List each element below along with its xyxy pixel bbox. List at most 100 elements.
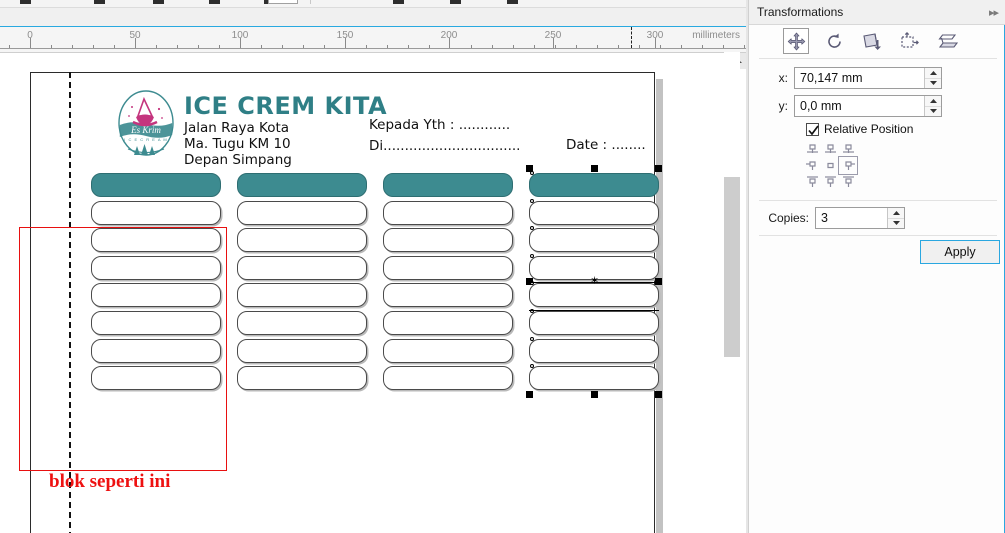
copies-spinner[interactable]: 3 <box>815 207 905 229</box>
toolbar-button[interactable] <box>153 0 164 4</box>
label-bar[interactable] <box>237 311 367 335</box>
selection-node[interactable] <box>530 336 534 341</box>
relative-position-checkbox-row[interactable]: Relative Position <box>806 122 913 136</box>
transformations-docker: Transformations ▸▸ x: 70,147 mm y: 0,0 m… <box>748 0 1005 533</box>
expand-right-icon[interactable]: ▸▸ <box>989 6 999 19</box>
x-spinner-arrows[interactable] <box>924 68 941 88</box>
y-input[interactable]: 0,0 mm <box>795 96 924 116</box>
anchor-point-6[interactable] <box>803 174 821 191</box>
x-spinner[interactable]: 70,147 mm <box>794 67 942 89</box>
relative-position-checkbox[interactable] <box>806 122 819 136</box>
selection-node[interactable] <box>530 171 534 175</box>
label-bar[interactable] <box>91 366 221 391</box>
anchor-point-2[interactable] <box>839 140 857 157</box>
label-bar[interactable] <box>383 200 513 225</box>
x-spinner-up[interactable] <box>925 68 941 79</box>
copies-spinner-arrows[interactable] <box>887 208 904 228</box>
rotate-tool-button[interactable] <box>821 28 847 54</box>
label-bar[interactable] <box>383 338 513 363</box>
toolbar-button[interactable] <box>94 0 105 4</box>
selection-handle[interactable] <box>655 165 662 172</box>
anchor-point-4[interactable] <box>821 157 839 174</box>
toolbar-button[interactable] <box>507 0 518 4</box>
copies-spinner-up[interactable] <box>888 208 904 219</box>
label-bar[interactable] <box>529 228 659 253</box>
label-bar[interactable] <box>91 283 221 308</box>
label-bar[interactable] <box>237 200 367 225</box>
label-bar[interactable] <box>237 255 367 280</box>
toolbar-button[interactable] <box>209 0 220 4</box>
selection-node[interactable] <box>530 253 534 258</box>
label-bar[interactable] <box>383 366 513 391</box>
label-bar[interactable] <box>237 366 367 391</box>
copies-input[interactable]: 3 <box>816 208 887 228</box>
horizontal-ruler[interactable]: 0 50 100 150 200 250 300 millimeters <box>0 8 748 52</box>
x-spinner-down[interactable] <box>925 79 941 89</box>
label-bar[interactable] <box>529 338 659 363</box>
label-bar[interactable] <box>237 338 367 363</box>
toolbar-button[interactable] <box>450 0 461 4</box>
label-bar[interactable] <box>91 228 221 253</box>
x-label: x: <box>778 71 788 85</box>
anchor-point-0[interactable] <box>803 140 821 157</box>
apply-button[interactable]: Apply <box>920 240 1000 264</box>
docker-title-label: Transformations <box>757 5 844 19</box>
label-bar[interactable] <box>91 200 221 225</box>
y-spinner-down[interactable] <box>925 107 941 117</box>
copies-label: Copies: <box>768 211 809 225</box>
divider <box>759 235 997 236</box>
label-bar[interactable] <box>383 311 513 335</box>
size-tool-button[interactable] <box>897 28 923 54</box>
label-bar[interactable] <box>529 283 659 308</box>
anchor-point-5[interactable] <box>838 156 858 175</box>
ruler-tick-minor <box>513 45 514 48</box>
label-bar[interactable] <box>529 311 659 335</box>
copies-spinner-down[interactable] <box>888 219 904 229</box>
skew-tool-button[interactable] <box>935 28 961 54</box>
ruler-tick-minor <box>534 45 535 48</box>
anchor-point-1[interactable] <box>821 140 839 157</box>
toolbar-button[interactable] <box>393 0 404 4</box>
anchor-point-7[interactable] <box>821 174 839 191</box>
label-bar[interactable] <box>529 366 659 391</box>
label-bar[interactable] <box>529 200 659 225</box>
label-bar[interactable] <box>91 338 221 363</box>
ruler-unit-label: millimeters <box>692 30 740 41</box>
selection-handle[interactable] <box>655 391 662 399</box>
selection-handle[interactable] <box>590 165 598 172</box>
column-header-bar[interactable] <box>383 173 513 197</box>
anchor-point-8[interactable] <box>839 174 857 191</box>
ruler-tick-label: 100 <box>231 30 249 41</box>
page-sheet[interactable]: Es Krim I C E C R E A M ICE CREM KITA Ja… <box>19 72 662 533</box>
toolbar-button[interactable] <box>20 0 31 4</box>
column-header-bar[interactable] <box>237 173 367 197</box>
label-bar[interactable] <box>237 228 367 253</box>
y-spinner-up[interactable] <box>925 96 941 107</box>
label-bar[interactable] <box>383 228 513 253</box>
label-bar[interactable] <box>383 283 513 308</box>
column-header-bar[interactable] <box>91 173 221 197</box>
toolbar-combo[interactable] <box>268 0 298 4</box>
label-bar[interactable] <box>237 283 367 308</box>
ruler-tick-minor <box>471 45 472 48</box>
selection-handle[interactable] <box>590 391 598 399</box>
label-bar[interactable] <box>91 255 221 280</box>
vertical-scrollbar-thumb[interactable] <box>724 177 740 357</box>
anchor-point-3[interactable] <box>803 157 821 174</box>
position-tool-button[interactable] <box>783 28 809 54</box>
drawing-canvas[interactable]: Es Krim I C E C R E A M ICE CREM KITA Ja… <box>0 52 748 533</box>
column-header-bar[interactable] <box>529 173 659 197</box>
ruler-tick-minor <box>576 45 577 48</box>
selection-node[interactable] <box>530 198 534 203</box>
label-bar[interactable] <box>383 255 513 280</box>
label-bar[interactable] <box>91 311 221 335</box>
ice-cream-oval-logo: Es Krim I C E C R E A M <box>116 89 176 161</box>
y-spinner-arrows[interactable] <box>924 96 941 116</box>
svg-text:Es Krim: Es Krim <box>130 125 161 135</box>
scale-mirror-tool-button[interactable] <box>859 28 885 54</box>
ruler-tick-minor <box>429 45 430 48</box>
y-spinner[interactable]: 0,0 mm <box>794 95 942 117</box>
anchor-point-grid[interactable] <box>803 140 858 191</box>
selection-handle[interactable] <box>526 391 533 399</box>
x-input[interactable]: 70,147 mm <box>795 68 924 88</box>
